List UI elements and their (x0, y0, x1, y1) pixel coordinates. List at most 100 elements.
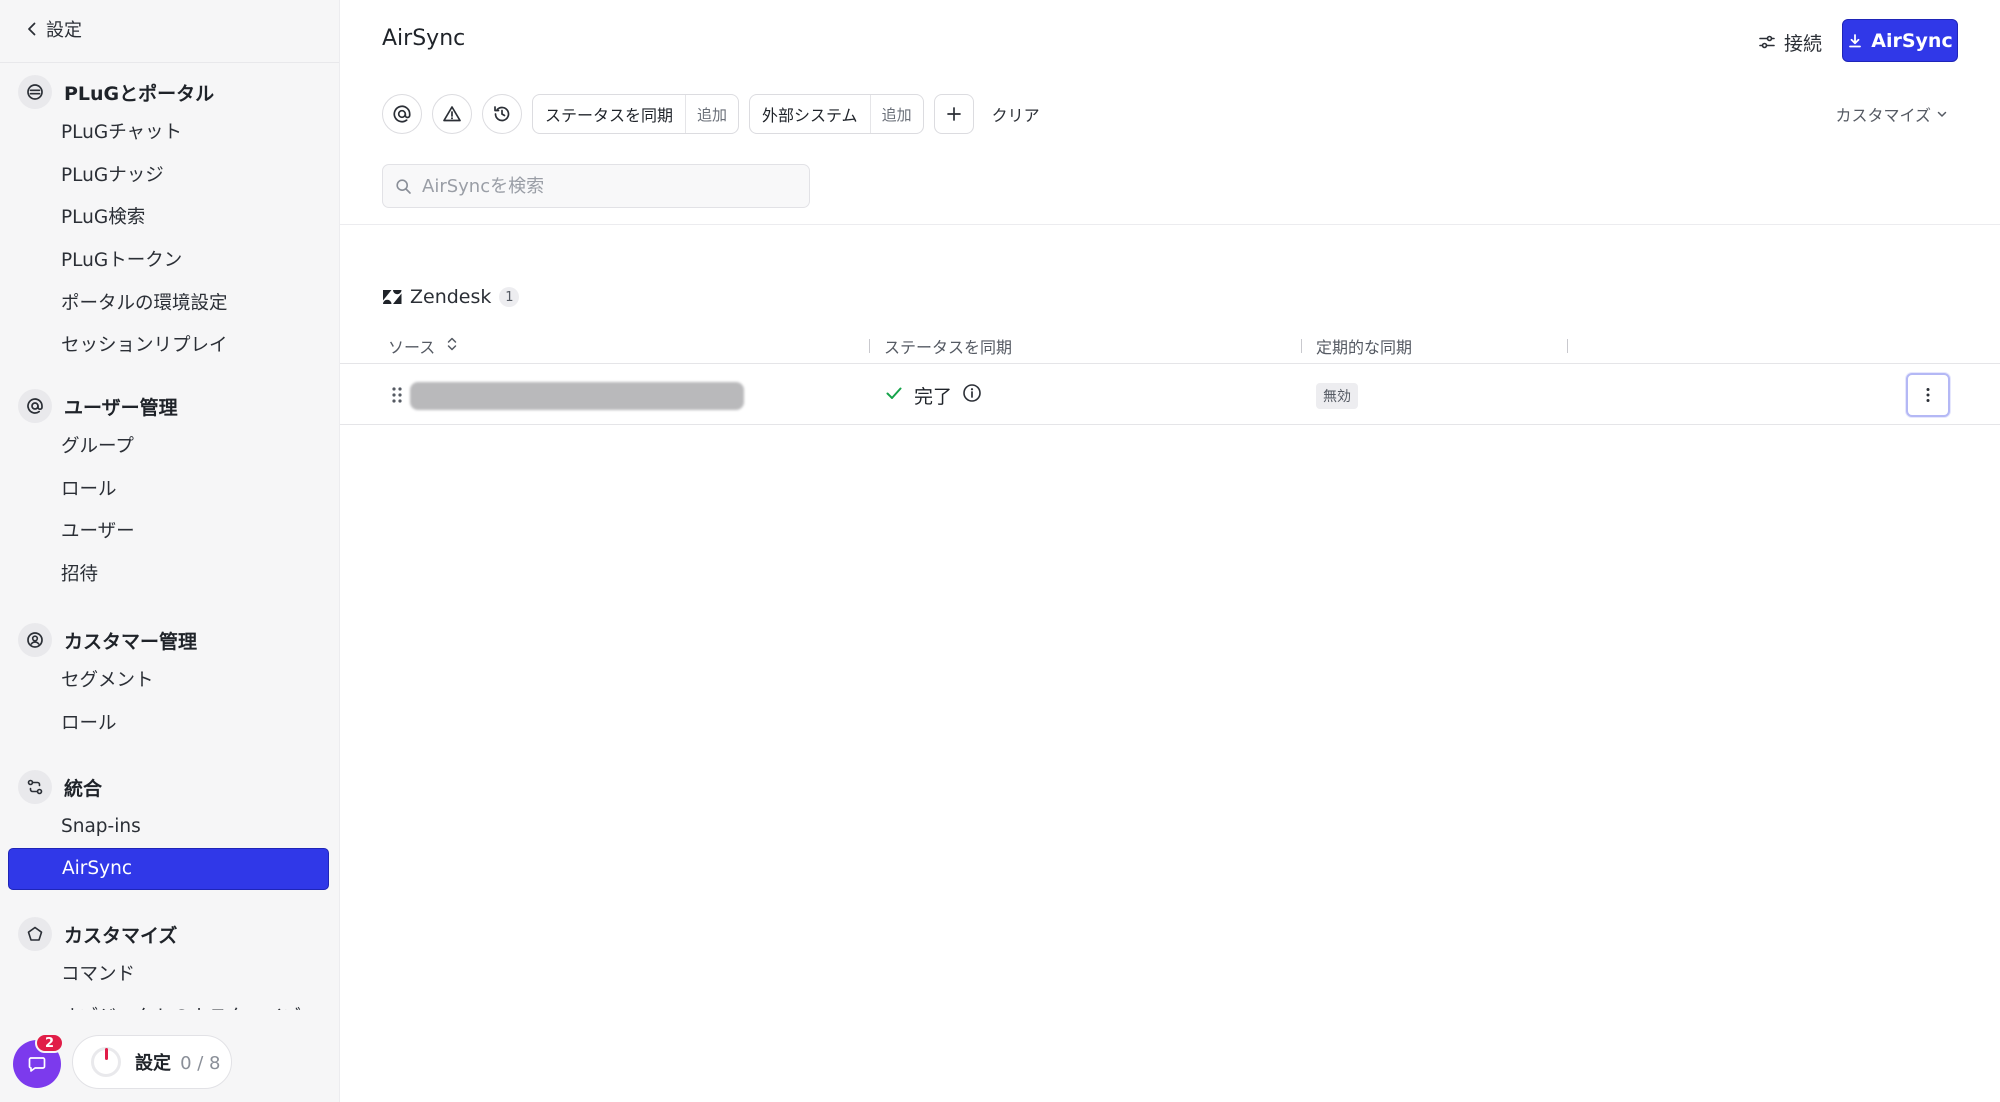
portal-icon (18, 75, 52, 109)
sidebar-item-portal-preferences[interactable]: ポータルの環境設定 (0, 280, 339, 323)
clear-filters-button[interactable]: クリア (992, 102, 1040, 126)
section-title: PLuGとポータル (64, 82, 215, 105)
sliders-icon (1759, 35, 1775, 49)
at-sign-icon (18, 389, 52, 423)
section-header: PLuGとポータル (0, 74, 339, 110)
sidebar-item-users[interactable]: ユーザー (0, 509, 339, 552)
external-system-filter-chip[interactable]: 外部システム 追加 (749, 94, 924, 134)
sidebar-item-snap-ins[interactable]: Snap-ins (0, 805, 339, 848)
group-name: Zendesk (410, 286, 492, 308)
add-filter-button[interactable] (933, 94, 974, 134)
progress-ring-icon (91, 1047, 121, 1077)
group-header: Zendesk 1 (382, 284, 520, 310)
section-customization: カスタマイズ コマンド オブジェクトのカスタマイズ (0, 916, 339, 1013)
sync-status-cell: 完了 (884, 381, 982, 409)
sidebar-item-roles[interactable]: ロール (0, 467, 339, 510)
sidebar-nav[interactable]: PLuGとポータル PLuGチャット PLuGナッジ PLuG検索 PLuGトー… (0, 63, 339, 1013)
more-vertical-icon (1926, 388, 1930, 402)
column-label: 定期的な同期 (1316, 338, 1413, 357)
column-header-periodic-sync[interactable]: 定期的な同期 (1316, 334, 1412, 358)
setup-progress-count: 0 / 8 (180, 1053, 221, 1074)
page-title: AirSync (382, 26, 466, 51)
history-filter-button[interactable] (482, 94, 522, 134)
info-icon[interactable] (962, 383, 982, 407)
column-header-source[interactable]: ソース (388, 334, 459, 358)
back-to-settings-link[interactable]: 設定 (24, 14, 82, 44)
section-user-management: ユーザー管理 グループ ロール ユーザー 招待 (0, 388, 339, 595)
column-label: ステータスを同期 (884, 338, 1013, 357)
sidebar-item-airsync[interactable]: AirSync (8, 847, 329, 890)
column-divider (1567, 339, 1568, 353)
chat-icon (28, 1057, 46, 1072)
at-sign-icon (393, 105, 411, 123)
chip-add-button[interactable]: 追加 (686, 95, 738, 133)
section-header: カスタマー管理 (0, 622, 339, 658)
customize-view-dropdown[interactable]: カスタマイズ (1835, 102, 1948, 126)
search-icon (396, 178, 411, 194)
search-box[interactable] (382, 164, 810, 208)
setup-progress-button[interactable]: 設定 0 / 8 (72, 1035, 232, 1089)
section-title: ユーザー管理 (64, 396, 178, 419)
zendesk-logo-icon (383, 290, 402, 304)
connect-button-label: 接続 (1783, 32, 1822, 55)
sidebar-item-plug-nudge[interactable]: PLuGナッジ (0, 153, 339, 196)
back-link-label: 設定 (46, 20, 82, 41)
warning-filter-button[interactable] (432, 94, 472, 134)
section-header: カスタマイズ (0, 916, 339, 952)
warning-icon (443, 106, 461, 122)
sidebar-item-commands[interactable]: コマンド (0, 952, 339, 995)
sidebar-footer: 2 設定 0 / 8 (0, 1010, 339, 1102)
section-title: 統合 (64, 777, 103, 800)
chat-notification-badge: 2 (35, 1033, 64, 1053)
new-airsync-button[interactable]: AirSync (1842, 19, 1958, 62)
main-content: AirSync 接続 AirSync ステータスを同期 追加 外部システム 追加… (340, 0, 2000, 1102)
download-icon (1849, 33, 1862, 47)
drag-handle-icon[interactable] (390, 385, 404, 405)
sidebar-item-customer-roles[interactable]: ロール (0, 701, 339, 744)
table-header: ソース ステータスを同期 定期的な同期 (340, 326, 2000, 364)
plus-icon (946, 107, 961, 121)
redacted-source-name[interactable] (410, 382, 744, 410)
filter-bar: ステータスを同期 追加 外部システム 追加 クリア (382, 94, 1040, 134)
section-title: カスタマイズ (64, 924, 178, 947)
chip-label: 外部システム (750, 95, 871, 133)
sidebar-item-plug-token[interactable]: PLuGトークン (0, 238, 339, 281)
section-header: 統合 (0, 769, 339, 805)
search-input[interactable] (422, 175, 782, 197)
sidebar-item-session-replay[interactable]: セッションリプレイ (0, 323, 339, 366)
sidebar-item-segments[interactable]: セグメント (0, 658, 339, 701)
sidebar-item-plug-chat[interactable]: PLuGチャット (0, 110, 339, 153)
content-divider (340, 224, 2000, 225)
customer-icon (18, 623, 52, 657)
row-actions-button[interactable] (1906, 373, 1950, 417)
pentagon-icon (18, 917, 52, 951)
section-customer-management: カスタマー管理 セグメント ロール (0, 622, 339, 744)
connect-button[interactable]: 接続 (1758, 27, 1822, 57)
column-label: ソース (388, 338, 436, 357)
section-title: カスタマー管理 (64, 630, 198, 653)
column-divider (869, 339, 870, 353)
customize-label: カスタマイズ (1835, 106, 1931, 125)
group-count-badge: 1 (499, 287, 520, 307)
setup-label: 設定 (135, 1053, 171, 1074)
sidebar-item-plug-search[interactable]: PLuG検索 (0, 195, 339, 238)
sidebar-item-invitations[interactable]: 招待 (0, 552, 339, 595)
chevron-down-icon (1937, 111, 1947, 117)
section-header: ユーザー管理 (0, 388, 339, 424)
sort-icon[interactable] (445, 336, 459, 356)
section-plug-portal: PLuGとポータル PLuGチャット PLuGナッジ PLuG検索 PLuGトー… (0, 74, 339, 366)
new-airsync-button-label: AirSync (1871, 29, 1953, 52)
integration-icon (18, 770, 52, 804)
mention-filter-button[interactable] (382, 94, 422, 134)
chip-label: ステータスを同期 (533, 95, 687, 133)
table-row[interactable]: 完了 無効 (340, 365, 2000, 425)
column-divider (1301, 339, 1302, 353)
sidebar-item-groups[interactable]: グループ (0, 424, 339, 467)
sync-status-text: 完了 (914, 385, 953, 408)
column-header-sync-status[interactable]: ステータスを同期 (884, 334, 1012, 358)
sync-status-filter-chip[interactable]: ステータスを同期 追加 (532, 94, 740, 134)
section-integrations: 統合 Snap-ins AirSync (0, 769, 339, 890)
sidebar: 設定 PLuGとポータル PLuGチャット PLuGナッジ PLuG検索 PLu… (0, 0, 340, 1102)
chip-add-button[interactable]: 追加 (871, 95, 923, 133)
check-icon (884, 383, 904, 407)
